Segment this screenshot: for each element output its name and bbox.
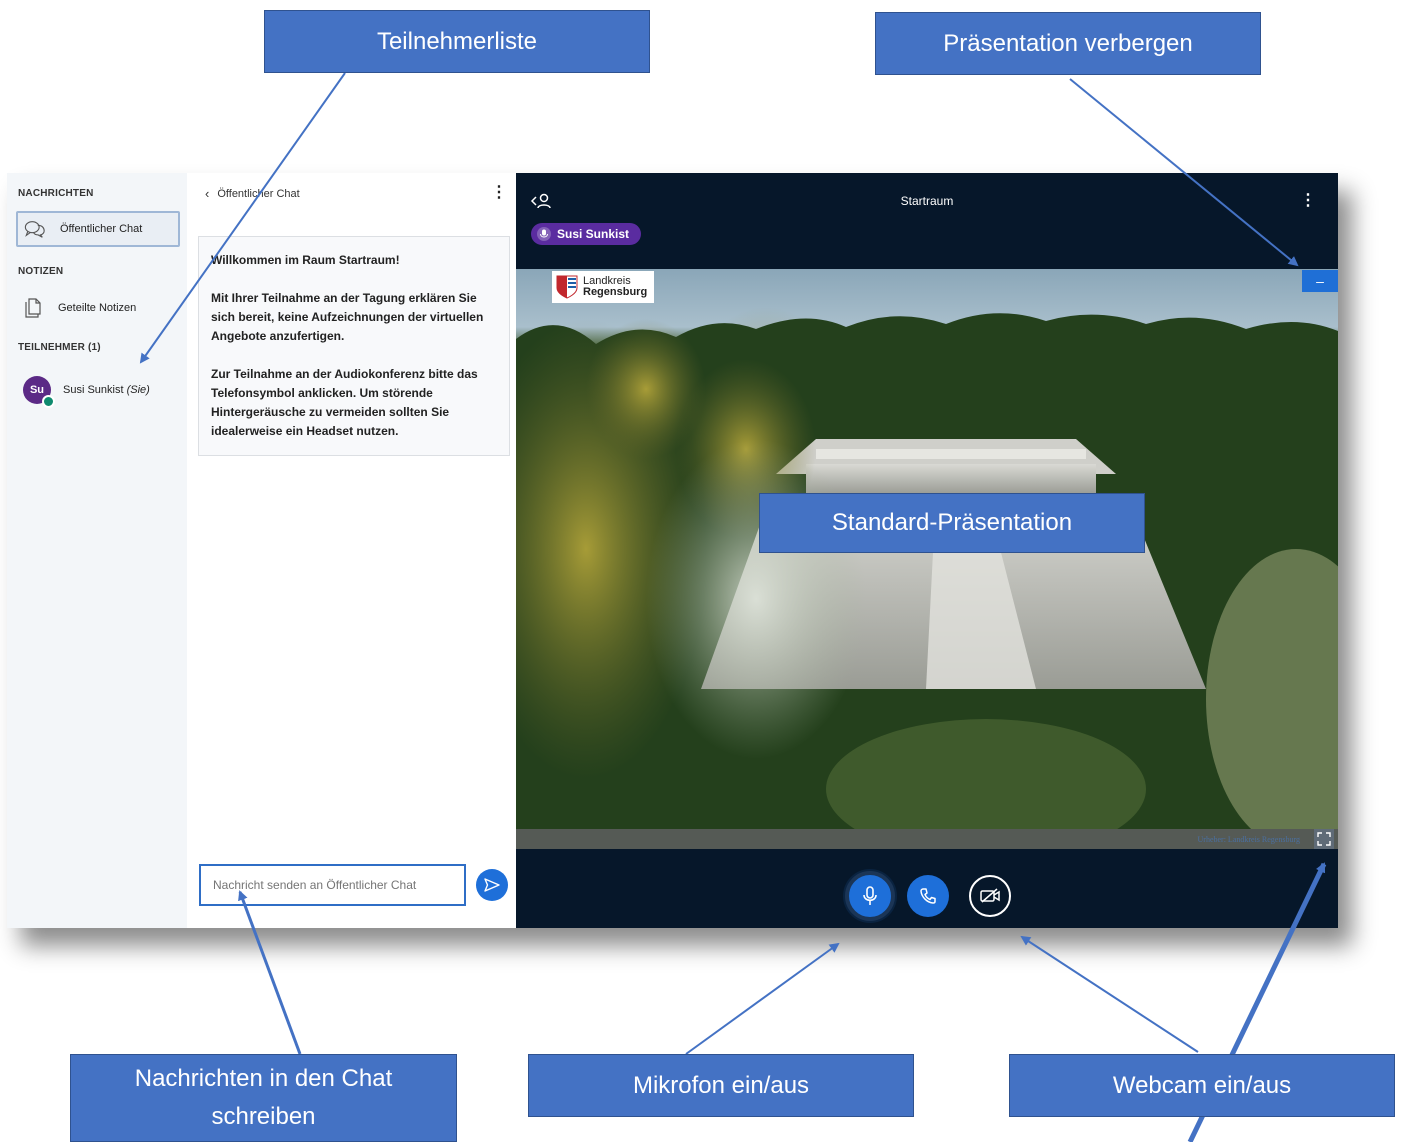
annotation-arrows [139,72,1327,1142]
annotation-default-presentation: Standard-Präsentation [759,493,1145,553]
annotation-webcam-toggle: Webcam ein/aus [1009,1054,1395,1117]
annotation-mic-toggle: Mikrofon ein/aus [528,1054,914,1117]
annotation-participants-list: Teilnehmerliste [264,10,650,73]
annotation-write-chat: Nachrichten in den Chat schreiben [70,1054,457,1142]
annotation-hide-presentation: Präsentation verbergen [875,12,1261,75]
